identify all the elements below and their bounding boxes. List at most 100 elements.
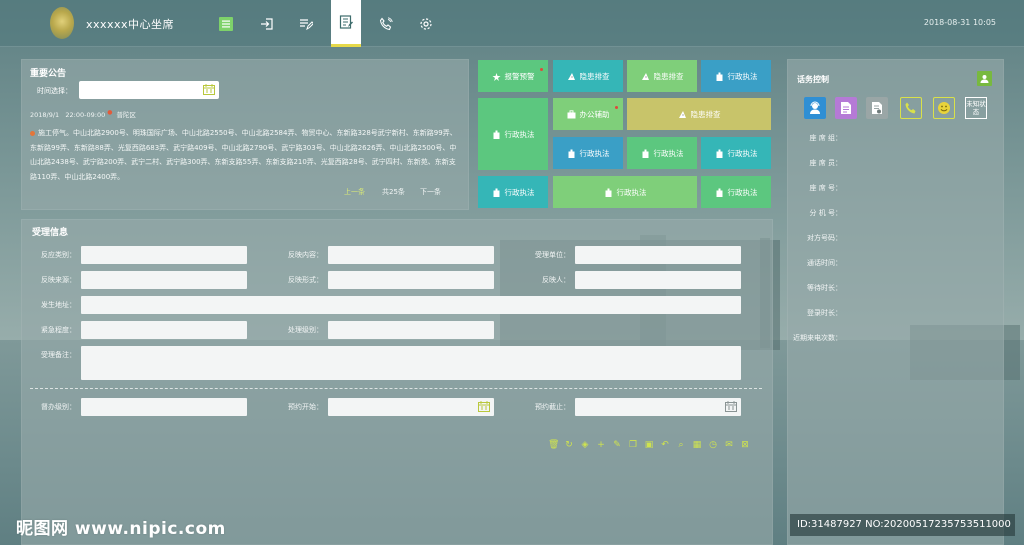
reaction-content-input[interactable] — [328, 246, 494, 264]
calendar-icon[interactable]: ▦ — [692, 440, 702, 450]
remarks-textarea[interactable] — [81, 346, 741, 380]
handling-level-label: 处理级别： — [288, 326, 323, 334]
tile-alarm[interactable]: 报警预警 — [478, 60, 548, 92]
form-icon — [872, 102, 882, 114]
copy-icon[interactable]: ❐ — [628, 440, 638, 450]
reaction-content-label: 反映内容： — [288, 251, 323, 259]
law-icon — [568, 149, 574, 158]
reporter-input[interactable] — [575, 271, 741, 289]
clock-icon[interactable]: ◷ — [708, 440, 718, 450]
tile-law[interactable]: 行政执法 — [553, 176, 697, 208]
urgency-label: 紧急程度： — [41, 326, 76, 334]
notification-dot — [615, 106, 618, 109]
smile-button[interactable] — [933, 97, 955, 119]
inspect-icon — [641, 72, 649, 80]
agent-icon — [810, 101, 820, 114]
acceptance-panel — [21, 219, 773, 545]
tile-label: 行政执法 — [727, 71, 758, 81]
tile-law[interactable]: 行政执法 — [553, 137, 623, 169]
tile-inspect[interactable]: 隐患排查 — [627, 98, 771, 130]
date-select-input[interactable] — [79, 81, 219, 99]
law-icon — [493, 130, 499, 139]
calendar-icon[interactable] — [478, 401, 490, 412]
reaction-source-input[interactable] — [81, 271, 247, 289]
pencil-icon[interactable]: ✎ — [612, 440, 622, 450]
layers-icon[interactable]: ◈ — [580, 440, 590, 450]
delete-icon[interactable]: ⊠ — [740, 440, 750, 450]
notes-icon — [339, 15, 353, 29]
tile-law[interactable]: 行政执法 — [701, 60, 771, 92]
notice-date: 2018/9/1 — [30, 111, 60, 120]
urgency-input[interactable] — [81, 321, 247, 339]
mail-icon[interactable]: ✉ — [724, 440, 734, 450]
tile-law[interactable]: 行政执法 — [627, 137, 697, 169]
phone-icon — [905, 102, 916, 114]
document-button[interactable] — [835, 97, 857, 119]
reaction-form-label: 反映形式： — [288, 276, 323, 284]
new-dot: ● — [107, 109, 113, 116]
plus-icon[interactable]: + — [596, 440, 606, 450]
reaction-form-input[interactable] — [328, 271, 494, 289]
supervise-level-input[interactable] — [81, 398, 247, 416]
tile-law[interactable]: 行政执法 — [478, 98, 548, 170]
watermark-id: ID:31487927 NO:20200517235753511000 — [790, 514, 1015, 536]
tile-label: 行政执法 — [727, 148, 758, 158]
tile-label: 隐患排查 — [653, 71, 684, 81]
bullet-icon — [30, 130, 35, 136]
tile-law[interactable]: 行政执法 — [478, 176, 548, 208]
top-header: xxxxxx中心坐席 2018-08-31 10:05 — [0, 0, 1024, 47]
form-button[interactable] — [866, 97, 888, 119]
tile-label: 报警预警 — [504, 71, 535, 81]
nav-notes-button[interactable] — [331, 0, 361, 47]
edit-list-icon — [300, 18, 313, 30]
next-button[interactable]: 下一条 — [420, 187, 441, 197]
save-icon[interactable]: ▣ — [644, 440, 654, 450]
calendar-icon[interactable] — [203, 84, 215, 95]
tile-briefcase[interactable]: 办公辅助 — [553, 98, 623, 130]
nav-login-button[interactable] — [252, 0, 282, 47]
calendar-icon[interactable] — [725, 401, 737, 412]
refresh-icon[interactable]: ↻ — [564, 440, 574, 450]
agent-button[interactable] — [804, 97, 826, 119]
tile-inspect[interactable]: 隐患排查 — [627, 60, 697, 92]
alarm-icon — [492, 72, 500, 81]
appt-start-input[interactable] — [328, 398, 494, 416]
tile-label: 行政执法 — [579, 148, 610, 158]
nav-settings-button[interactable] — [411, 0, 441, 47]
total-count: 共25条 — [382, 188, 405, 196]
search-icon[interactable]: ⌕ — [676, 440, 686, 450]
appt-end-input[interactable] — [575, 398, 741, 416]
reaction-type-input[interactable] — [81, 246, 247, 264]
call-time-label: 通话时间： — [807, 259, 842, 267]
seat-number-label: 座 席 号： — [809, 184, 842, 192]
nav-phone-button[interactable] — [371, 0, 401, 47]
document-icon — [841, 102, 851, 114]
tile-label: 行政执法 — [616, 187, 647, 197]
call-control-title: 话务控制 — [797, 75, 829, 84]
watermark-text: 昵图网 www.nipic.com — [16, 519, 226, 539]
nav-list-button[interactable] — [211, 0, 241, 47]
tile-law[interactable]: 行政执法 — [701, 176, 771, 208]
list-icon — [219, 16, 233, 31]
reporter-label: 反映人： — [542, 276, 570, 284]
reaction-type-label: 反应类别： — [41, 251, 76, 259]
notice-title: 重要公告 — [30, 69, 67, 79]
accept-unit-input[interactable] — [575, 246, 741, 264]
smile-icon — [938, 102, 950, 114]
prev-button[interactable]: 上一条 — [344, 187, 365, 197]
handling-level-input[interactable] — [328, 321, 494, 339]
tile-law[interactable]: 行政执法 — [701, 137, 771, 169]
status-indicator[interactable]: 未知状态 — [965, 97, 987, 119]
tile-label: 办公辅助 — [579, 109, 610, 119]
header-datetime: 2018-08-31 10:05 — [923, 18, 996, 27]
phone-button[interactable] — [900, 97, 922, 119]
nav-edit-list-button[interactable] — [291, 0, 321, 47]
undo-icon[interactable]: ↶ — [660, 440, 670, 450]
tile-inspect[interactable]: 隐患排查 — [553, 60, 623, 92]
trash-icon[interactable]: 🗑 — [548, 440, 559, 450]
address-input[interactable] — [81, 296, 741, 314]
tile-label: 行政执法 — [504, 187, 535, 197]
tile-label: 行政执法 — [653, 148, 684, 158]
date-select-label: 时间选择： — [37, 87, 72, 95]
user-badge-button[interactable] — [977, 71, 992, 86]
